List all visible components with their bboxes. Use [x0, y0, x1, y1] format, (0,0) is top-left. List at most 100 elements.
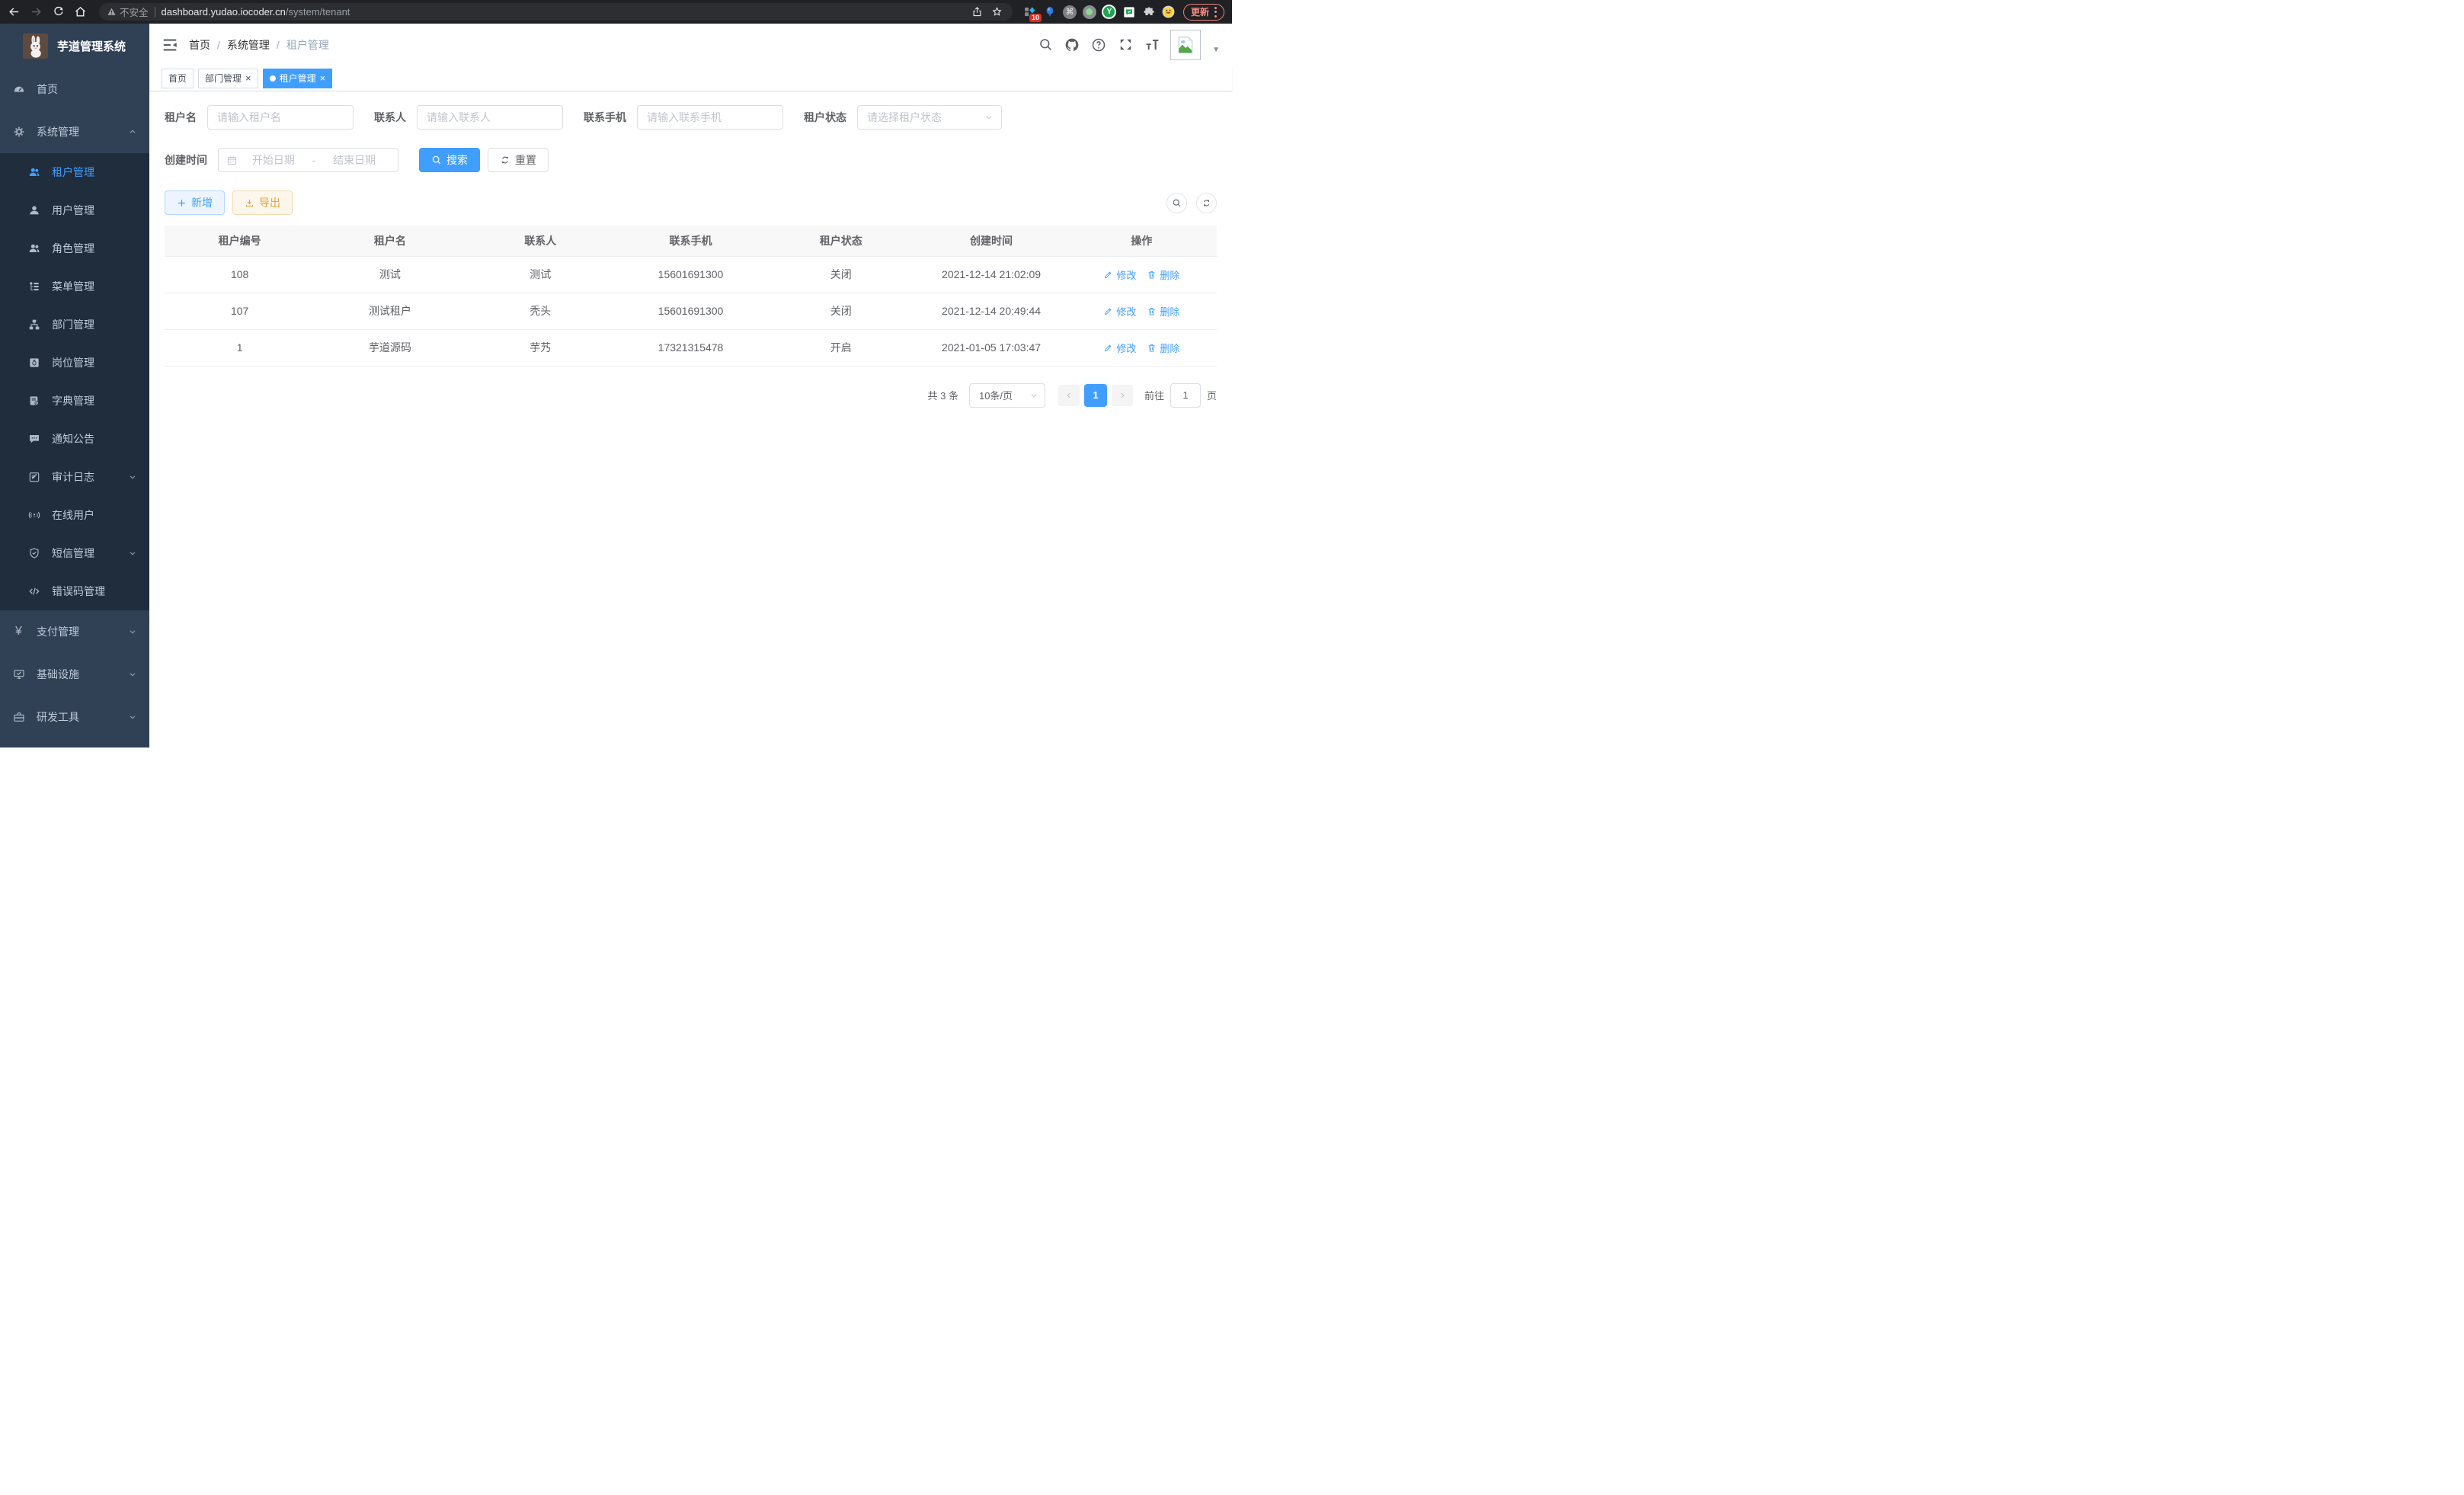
tag-tenant-active[interactable]: 租户管理 ×	[263, 69, 333, 88]
sidebar-item-post[interactable]: 岗位管理	[0, 344, 149, 382]
table-header-row: 租户编号租户名联系人联系手机租户状态创建时间操作	[165, 226, 1217, 256]
extension-balloon-icon[interactable]	[1042, 4, 1058, 21]
home-icon[interactable]	[71, 2, 90, 21]
sidebar-item-system[interactable]: 系统管理	[0, 110, 149, 153]
breadcrumb-system[interactable]: 系统管理	[227, 37, 270, 53]
sidebar-item-user[interactable]: 用户管理	[0, 191, 149, 229]
browser-update-button[interactable]: 更新	[1183, 4, 1224, 21]
star-icon[interactable]	[990, 5, 1005, 20]
extension-command-icon[interactable]: ⌘	[1061, 4, 1078, 21]
refresh-table-button[interactable]	[1196, 193, 1217, 213]
tenant-name-input[interactable]	[207, 105, 354, 130]
pencil-icon	[1103, 306, 1113, 316]
sidebar-item-online-user[interactable]: 在线用户	[0, 496, 149, 534]
github-icon[interactable]	[1064, 37, 1080, 53]
extension-emoji-avatar[interactable]	[1160, 4, 1177, 21]
sidebar-item-sms[interactable]: 短信管理	[0, 534, 149, 572]
dashboard-icon	[12, 83, 25, 96]
table-cell: 开启	[766, 329, 916, 366]
avatar-broken-image[interactable]	[1170, 30, 1201, 60]
browser-toolbar: 不安全 dashboard.yudao.iocoder.cn /system/t…	[0, 0, 1232, 24]
create-time-label: 创建时间	[165, 152, 207, 168]
next-page-button[interactable]	[1112, 385, 1133, 406]
reset-button[interactable]: 重置	[488, 148, 549, 172]
sidebar-item-pay[interactable]: ¥ 支付管理	[0, 610, 149, 653]
active-dot	[270, 75, 276, 82]
back-icon[interactable]	[5, 2, 24, 21]
add-button[interactable]: 新增	[165, 190, 225, 215]
delete-link[interactable]: 删除	[1147, 267, 1179, 282]
edit-link[interactable]: 修改	[1103, 341, 1136, 355]
sidebar-item-devtools[interactable]: 研发工具	[0, 696, 149, 738]
breadcrumb-home[interactable]: 首页	[189, 37, 210, 53]
edit-link[interactable]: 修改	[1103, 267, 1136, 282]
page-size-select[interactable]: 10条/页	[969, 383, 1045, 408]
font-size-icon[interactable]	[1144, 37, 1160, 53]
tag-dept[interactable]: 部门管理 ×	[198, 69, 258, 88]
sidebar-item-notice[interactable]: 通知公告	[0, 420, 149, 458]
plus-icon	[177, 198, 187, 208]
sidebar-item-dept[interactable]: 部门管理	[0, 306, 149, 344]
browser-menu-icon[interactable]	[1214, 7, 1217, 18]
dict-book-icon	[27, 395, 40, 408]
delete-link[interactable]: 删除	[1147, 304, 1179, 319]
sidebar-item-audit-log[interactable]: 审计日志	[0, 458, 149, 496]
start-date[interactable]: 开始日期	[238, 152, 309, 168]
sidebar-item-menu[interactable]: 菜单管理	[0, 267, 149, 306]
sidebar-item-infra[interactable]: 基础设施	[0, 653, 149, 696]
table-body: 108测试测试15601691300关闭2021-12-14 21:02:09修…	[165, 256, 1217, 366]
app-logo[interactable]: 芋道管理系统	[0, 24, 149, 68]
edit-link[interactable]: 修改	[1103, 304, 1136, 319]
close-icon[interactable]: ×	[320, 73, 326, 83]
table-cell: 测试	[315, 256, 465, 293]
extension-y-icon[interactable]: Y	[1101, 4, 1118, 21]
sidebar-item-dict[interactable]: 字典管理	[0, 382, 149, 420]
close-icon[interactable]: ×	[245, 73, 251, 83]
refresh-icon	[500, 155, 510, 165]
hamburger-icon[interactable]	[162, 37, 178, 53]
share-icon[interactable]	[970, 5, 985, 20]
tag-home[interactable]: 首页	[162, 69, 194, 88]
column-header: 租户名	[315, 226, 465, 256]
extension-chat-icon[interactable]	[1121, 4, 1138, 21]
help-icon[interactable]	[1090, 37, 1107, 53]
url-host: dashboard.yudao.iocoder.cn	[162, 6, 286, 18]
sidebar-item-error-code[interactable]: 错误码管理	[0, 572, 149, 610]
goto-page-input[interactable]	[1170, 383, 1201, 408]
page-number-button[interactable]: 1	[1084, 384, 1107, 407]
contact-input[interactable]	[417, 105, 563, 130]
toggle-search-button[interactable]	[1166, 193, 1187, 213]
system-submenu: 租户管理 用户管理 角色管理 菜单管理	[0, 153, 149, 610]
sidebar-item-tenant[interactable]: 租户管理	[0, 153, 149, 191]
status-select[interactable]: 请选择租户状态	[857, 105, 1002, 130]
online-broadcast-icon	[27, 509, 40, 522]
delete-link[interactable]: 删除	[1147, 341, 1179, 355]
table-cell: 17321315478	[616, 329, 766, 366]
chevron-down-icon	[128, 627, 137, 636]
table-toolbar: 新增 导出	[165, 190, 1217, 215]
end-date[interactable]: 结束日期	[318, 152, 390, 168]
search-button[interactable]: 搜索	[419, 148, 480, 172]
table-cell: 15601691300	[616, 293, 766, 329]
search-icon	[431, 155, 442, 165]
caret-down-icon[interactable]: ▼	[1212, 46, 1220, 54]
fullscreen-icon[interactable]	[1117, 37, 1134, 53]
extension-grid-icon[interactable]: 10	[1022, 4, 1038, 21]
forward-icon[interactable]	[27, 2, 46, 21]
table-cell: 芋道源码	[315, 329, 465, 366]
export-button[interactable]: 导出	[232, 190, 293, 215]
extensions-puzzle-icon[interactable]	[1141, 4, 1157, 21]
date-range-picker[interactable]: 开始日期 - 结束日期	[218, 148, 398, 172]
search-icon[interactable]	[1037, 37, 1054, 53]
reload-icon[interactable]	[49, 2, 68, 21]
breadcrumb: 首页 / 系统管理 / 租户管理	[189, 37, 329, 53]
prev-page-button[interactable]	[1058, 385, 1080, 406]
trash-icon	[1147, 270, 1157, 280]
table-cell: 测试租户	[315, 293, 465, 329]
address-bar[interactable]: 不安全 dashboard.yudao.iocoder.cn /system/t…	[99, 3, 1013, 21]
sidebar-item-role[interactable]: 角色管理	[0, 229, 149, 267]
sidebar-item-home[interactable]: 首页	[0, 68, 149, 110]
extension-record-icon[interactable]	[1081, 4, 1098, 21]
chevron-up-icon	[128, 127, 137, 136]
mobile-input[interactable]	[637, 105, 783, 130]
